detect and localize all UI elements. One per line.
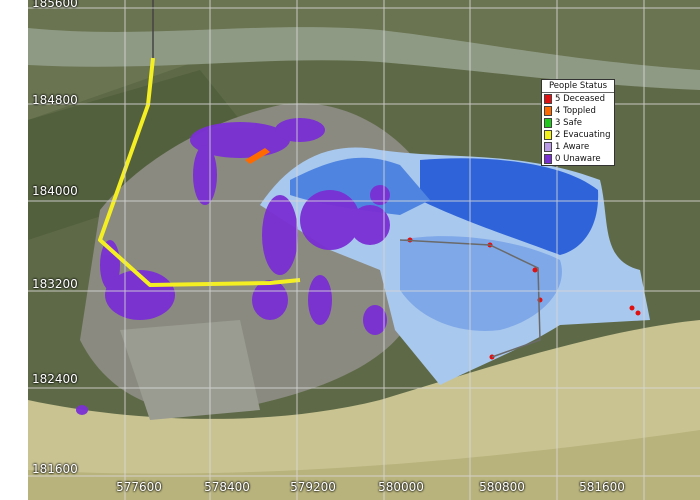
legend-swatch bbox=[544, 106, 552, 116]
legend-item-safe: 3 Safe bbox=[542, 117, 614, 129]
legend-swatch bbox=[544, 130, 552, 140]
y-tick-label: 181600 bbox=[32, 462, 78, 476]
legend-title: People Status bbox=[542, 80, 614, 93]
x-tick-label: 579200 bbox=[290, 480, 336, 494]
legend-label: 4 Toppled bbox=[555, 106, 596, 116]
legend-label: 2 Evacuating bbox=[555, 130, 611, 140]
x-tick-label: 577600 bbox=[116, 480, 162, 494]
y-tick-label: 182400 bbox=[32, 372, 78, 386]
people-status-legend: People Status 5 Deceased 4 Toppled 3 Saf… bbox=[541, 79, 615, 166]
legend-swatch bbox=[544, 142, 552, 152]
legend-item-aware: 1 Aware bbox=[542, 141, 614, 153]
legend-label: 1 Aware bbox=[555, 142, 590, 152]
legend-swatch bbox=[544, 118, 552, 128]
x-tick-label: 578400 bbox=[204, 480, 250, 494]
legend-item-toppled: 4 Toppled bbox=[542, 105, 614, 117]
y-tick-label: 185600 bbox=[32, 0, 78, 10]
legend-item-evacuating: 2 Evacuating bbox=[542, 129, 614, 141]
y-tick-label: 184000 bbox=[32, 184, 78, 198]
legend-label: 3 Safe bbox=[555, 118, 582, 128]
legend-label: 5 Deceased bbox=[555, 94, 606, 104]
y-tick-label: 183200 bbox=[32, 277, 78, 291]
x-tick-label: 581600 bbox=[579, 480, 625, 494]
flood-simulation-map bbox=[28, 0, 700, 500]
legend-label: 0 Unaware bbox=[555, 154, 601, 164]
x-tick-label: 580800 bbox=[479, 480, 525, 494]
legend-item-unaware: 0 Unaware bbox=[542, 153, 614, 165]
legend-item-deceased: 5 Deceased bbox=[542, 93, 614, 105]
legend-swatch bbox=[544, 154, 552, 164]
y-tick-label: 184800 bbox=[32, 93, 78, 107]
x-tick-label: 580000 bbox=[378, 480, 424, 494]
legend-swatch bbox=[544, 94, 552, 104]
